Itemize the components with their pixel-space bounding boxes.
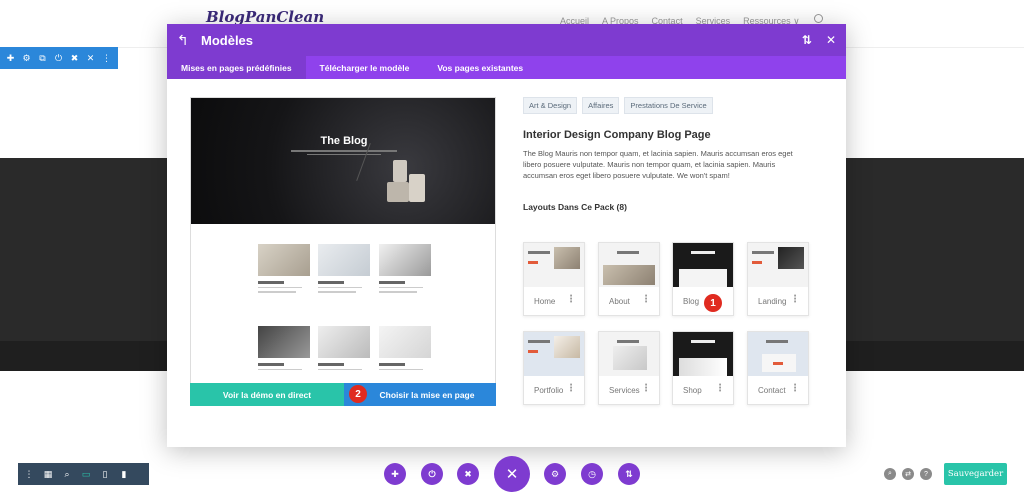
layout-title: Interior Design Company Blog Page xyxy=(523,129,711,141)
close-icon[interactable]: ✕ xyxy=(86,53,95,63)
layout-thumb-contact[interactable]: Contact ⋮ xyxy=(747,331,809,405)
preview-hero-subtitle-lines xyxy=(291,150,397,158)
layout-thumb-blog[interactable]: Blog xyxy=(672,242,734,316)
preview-post-card xyxy=(258,244,310,293)
more-icon[interactable]: ⋮ xyxy=(790,295,800,305)
layout-thumb-image xyxy=(599,243,659,287)
help-icon[interactable]: ? xyxy=(920,468,932,480)
tag-prestations[interactable]: Prestations De Service xyxy=(624,97,713,114)
view-live-demo-button[interactable]: Voir la démo en direct xyxy=(190,383,344,406)
layout-thumb-image xyxy=(748,243,808,287)
move-icon[interactable]: ✚ xyxy=(6,53,15,63)
templates-modal: ↰ Modèles ⇅ ✕ Mises en pages prédéfinies… xyxy=(167,24,846,447)
power-icon[interactable]: ⏻ xyxy=(54,53,63,63)
tag-art-design[interactable]: Art & Design xyxy=(523,97,578,114)
candle-image xyxy=(387,182,409,202)
layout-thumb-label: Landing xyxy=(758,297,787,306)
tablet-icon[interactable]: ▯ xyxy=(100,469,110,480)
preview-post-card xyxy=(258,326,310,370)
search-icon[interactable] xyxy=(814,14,823,23)
portability-icon[interactable]: ⇄ xyxy=(902,468,914,480)
layout-thumb-label: About xyxy=(609,297,630,306)
more-icon[interactable]: ⋮ xyxy=(102,53,111,63)
layout-description: The Blog Mauris non tempor quam, et laci… xyxy=(523,149,793,180)
save-button[interactable]: Sauvegarder xyxy=(944,463,1007,485)
layout-thumb-image xyxy=(673,243,733,287)
sort-icon[interactable]: ⇅ xyxy=(618,463,640,485)
view-mode-toolbar: ⋮ ▦ ⌕ ▭ ▯ ▮ xyxy=(18,463,149,485)
trash-icon[interactable]: ✖ xyxy=(70,53,79,63)
gear-icon[interactable]: ⚙ xyxy=(22,53,31,63)
candle-image xyxy=(393,160,407,182)
layout-thumb-image xyxy=(524,332,584,376)
layout-thumb-image xyxy=(748,332,808,376)
more-icon[interactable]: ⋮ xyxy=(641,295,651,305)
modal-header: ↰ Modèles ⇅ ✕ xyxy=(167,24,846,56)
layout-preview[interactable]: The Blog xyxy=(190,97,496,406)
modal-tabs: Mises en pages prédéfinies Télécharger l… xyxy=(167,56,846,79)
back-arrow-icon[interactable]: ↰ xyxy=(177,32,197,49)
branch-image xyxy=(356,143,371,181)
layout-thumb-portfolio[interactable]: Portfolio ⋮ xyxy=(523,331,585,405)
preview-post-card xyxy=(379,244,431,293)
layout-thumb-shop[interactable]: Shop ⋮ xyxy=(672,331,734,405)
menu-icon[interactable]: ⋮ xyxy=(24,469,34,480)
layout-thumb-image xyxy=(673,332,733,376)
layout-thumb-about[interactable]: About ⋮ xyxy=(598,242,660,316)
row-toolbar: ✚ ⚙ ⧉ ⏻ ✖ ✕ ⋮ xyxy=(0,47,118,69)
pack-title: Layouts Dans Ce Pack (8) xyxy=(523,202,627,212)
tab-predefined-layouts[interactable]: Mises en pages prédéfinies xyxy=(167,56,306,79)
preview-post-card xyxy=(379,326,431,370)
layout-thumb-label: Contact xyxy=(758,386,786,395)
tab-existing-pages[interactable]: Vos pages existantes xyxy=(423,56,537,79)
history-icon[interactable]: ◷ xyxy=(581,463,603,485)
trash-icon[interactable]: ✖ xyxy=(457,463,479,485)
preview-post-card xyxy=(318,326,370,370)
layout-thumb-label: Blog xyxy=(683,297,700,306)
layout-thumb-image xyxy=(599,332,659,376)
layout-icon[interactable]: ▦ xyxy=(43,469,53,480)
duplicate-icon[interactable]: ⧉ xyxy=(38,53,47,63)
more-icon[interactable]: ⋮ xyxy=(641,384,651,394)
layout-thumb-label: Shop xyxy=(683,386,702,395)
more-icon[interactable]: ⋮ xyxy=(566,384,576,394)
phone-icon[interactable]: ▮ xyxy=(119,469,129,480)
tag-affaires[interactable]: Affaires xyxy=(582,97,620,114)
layout-thumb-home[interactable]: Home ⋮ xyxy=(523,242,585,316)
more-icon[interactable]: ⋮ xyxy=(566,295,576,305)
layout-thumb-label: Portfolio xyxy=(534,386,564,395)
layout-thumb-label: Home xyxy=(534,297,556,306)
step-badge-2: 2 xyxy=(349,385,367,403)
gear-icon[interactable]: ⚙ xyxy=(544,463,566,485)
close-icon[interactable]: ✕ xyxy=(826,33,836,47)
more-icon[interactable]: ⋮ xyxy=(715,384,725,394)
modal-title: Modèles xyxy=(201,32,254,48)
layout-thumb-image xyxy=(524,243,584,287)
preview-hero-image: The Blog xyxy=(191,98,495,224)
zoom-icon[interactable]: ⌕ xyxy=(62,469,72,480)
desktop-icon[interactable]: ▭ xyxy=(81,469,91,480)
candle-image xyxy=(409,174,425,202)
search-icon[interactable]: ⌕ xyxy=(884,468,896,480)
close-icon[interactable]: ✕ xyxy=(494,456,530,492)
step-badge-1: 1 xyxy=(704,294,722,312)
power-icon[interactable]: ⏻ xyxy=(421,463,443,485)
more-icon[interactable]: ⋮ xyxy=(790,384,800,394)
sort-icon[interactable]: ⇅ xyxy=(802,33,812,47)
preview-post-card xyxy=(318,244,370,293)
layout-thumb-landing[interactable]: Landing ⋮ xyxy=(747,242,809,316)
layout-thumb-label: Services xyxy=(609,386,640,395)
layout-tags: Art & Design Affaires Prestations De Ser… xyxy=(523,97,713,114)
add-icon[interactable]: ✚ xyxy=(384,463,406,485)
preview-hero-title: The Blog xyxy=(320,135,368,147)
tab-upload-template[interactable]: Télécharger le modèle xyxy=(306,56,424,79)
layout-thumb-services[interactable]: Services ⋮ xyxy=(598,331,660,405)
